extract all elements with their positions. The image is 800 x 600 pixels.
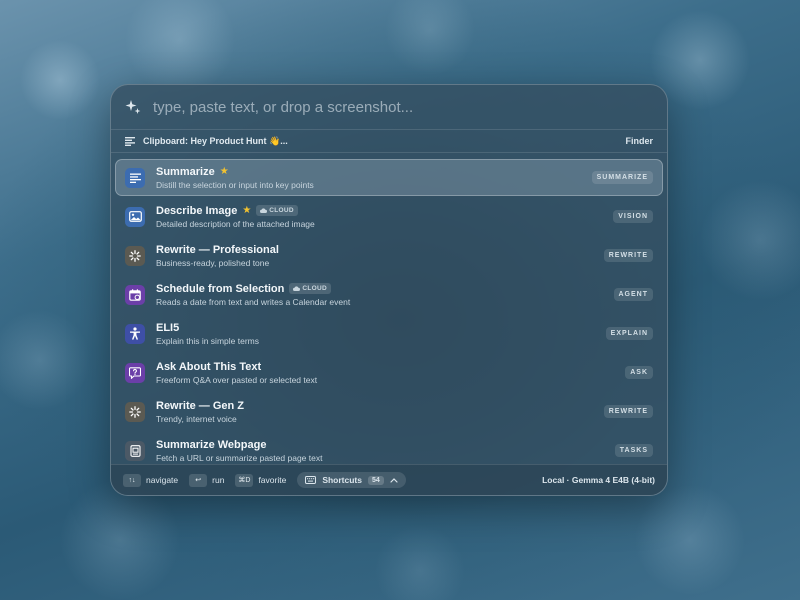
action-title: Summarize Webpage <box>156 438 267 451</box>
action-subtitle: Explain this in simple terms <box>156 335 259 346</box>
action-row-rewrite-gen-z[interactable]: Rewrite — Gen Z Trendy, internet voice R… <box>115 393 663 430</box>
cloud-label: CLOUD <box>302 285 327 292</box>
document-icon <box>125 440 145 461</box>
action-subtitle: Reads a date from text and writes a Cale… <box>156 296 351 307</box>
action-title: ELI5 <box>156 321 180 334</box>
action-subtitle: Trendy, internet voice <box>156 413 237 424</box>
action-tag: TASKS <box>614 444 653 457</box>
action-tag: EXPLAIN <box>605 327 653 340</box>
person-icon <box>125 323 145 344</box>
navigate-label: navigate <box>146 475 179 485</box>
action-subtitle: Fetch a URL or summarize pasted page tex… <box>156 452 323 463</box>
favorite-hint: ⌘D favorite <box>235 473 287 487</box>
action-subtitle: Business-ready, polished tone <box>156 257 270 268</box>
action-tag: REWRITE <box>603 405 653 418</box>
star-icon[interactable]: ★ <box>220 166 229 177</box>
action-row-describe-image[interactable]: Describe Image ★ CLOUD Detailed descriptio… <box>115 198 663 235</box>
sparkle-burst-icon <box>125 245 145 266</box>
action-row-ask-about-this-text[interactable]: Ask About This Text Freeform Q&A over pa… <box>115 354 663 391</box>
action-title: Summarize <box>156 165 215 178</box>
chevron-up-icon <box>390 477 398 483</box>
action-title: Ask About This Text <box>156 360 262 373</box>
question-bubble-icon <box>125 362 145 383</box>
favorite-label: favorite <box>258 475 287 485</box>
shortcuts-button[interactable]: Shortcuts 54 <box>297 472 406 488</box>
action-tag: VISION <box>613 210 653 223</box>
action-tag: AGENT <box>613 288 653 301</box>
shortcuts-count-badge: 54 <box>367 475 384 485</box>
search-bar <box>111 85 667 129</box>
cloud-icon <box>293 286 301 291</box>
shortcuts-label: Shortcuts <box>322 475 362 485</box>
action-row-rewrite-professional[interactable]: Rewrite — Professional Business-ready, p… <box>115 237 663 274</box>
launcher-panel: Clipboard: Hey Product Hunt 👋... Finder … <box>110 84 668 496</box>
action-row-eli5[interactable]: ELI5 Explain this in simple terms EXPLAI… <box>115 315 663 352</box>
clipboard-bar[interactable]: Clipboard: Hey Product Hunt 👋... Finder <box>111 129 667 153</box>
run-hint: ↩ run <box>189 473 225 487</box>
navigate-hint: ↑↓ navigate <box>123 473 179 487</box>
run-key: ↩ <box>189 473 208 487</box>
lines-icon <box>125 167 145 188</box>
cloud-icon <box>260 208 268 213</box>
navigate-key: ↑↓ <box>123 473 141 487</box>
sparkle-burst-icon <box>125 401 145 422</box>
action-title: Describe Image <box>156 204 238 217</box>
image-icon <box>125 206 145 227</box>
action-tag: REWRITE <box>603 249 653 262</box>
clipboard-lines-icon <box>125 136 135 146</box>
action-subtitle: Freeform Q&A over pasted or selected tex… <box>156 374 318 385</box>
action-title: Rewrite — Gen Z <box>156 399 245 412</box>
cloud-badge: CLOUD <box>256 205 298 216</box>
action-row-schedule-from-selection[interactable]: Schedule from Selection CLOUD Reads a dat… <box>115 276 663 313</box>
calendar-icon <box>125 284 145 305</box>
action-title: Rewrite — Professional <box>156 243 279 256</box>
action-title: Schedule from Selection <box>156 282 285 295</box>
search-input[interactable] <box>151 97 653 117</box>
model-selector[interactable]: Local · Gemma 4 E4B (4-bit) <box>542 475 655 485</box>
action-subtitle: Detailed description of the attached ima… <box>156 218 315 229</box>
clipboard-text: Clipboard: Hey Product Hunt 👋... <box>143 135 288 146</box>
action-row-summarize[interactable]: Summarize ★ Distill the selection or inpu… <box>115 159 663 196</box>
action-tag: SUMMARIZE <box>591 171 653 184</box>
action-subtitle: Distill the selection or input into key … <box>156 179 314 190</box>
keyboard-icon <box>305 476 317 484</box>
favorite-key: ⌘D <box>235 473 254 487</box>
cloud-label: CLOUD <box>269 207 294 214</box>
source-app-label: Finder <box>625 136 653 146</box>
action-tag: ASK <box>625 366 653 379</box>
action-list: Summarize ★ Distill the selection or inpu… <box>111 159 667 469</box>
footer-bar: ↑↓ navigate ↩ run ⌘D favorite Shortcuts 54 … <box>111 464 667 495</box>
star-icon[interactable]: ★ <box>242 205 251 216</box>
cloud-badge: CLOUD <box>289 283 331 294</box>
run-label: run <box>212 475 225 485</box>
sparkle-icon <box>125 100 141 114</box>
